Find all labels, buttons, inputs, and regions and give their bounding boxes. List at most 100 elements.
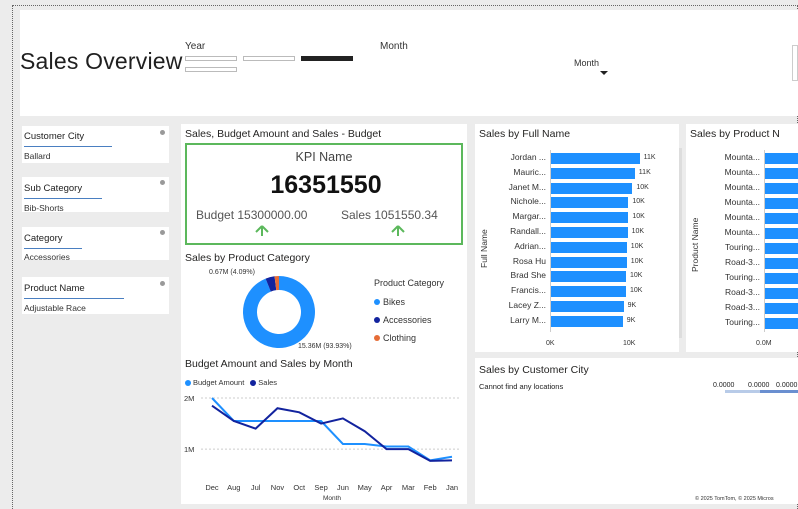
bar-label: Touring... — [725, 242, 760, 252]
clear-filter-icon[interactable] — [160, 180, 165, 185]
map-attribution: © 2025 TomTom, © 2025 Micros — [695, 496, 774, 502]
bar-value-label: 10K — [630, 257, 644, 265]
bar-label: Adrian... — [514, 240, 546, 251]
year-chip-4[interactable] — [185, 67, 237, 72]
bar[interactable] — [764, 153, 798, 164]
bar[interactable] — [550, 241, 627, 253]
x-tick: Nov — [271, 483, 285, 492]
bar[interactable] — [550, 167, 635, 179]
clear-filter-icon[interactable] — [160, 230, 165, 235]
full-name-bars: Jordan ... 11K Mauric... 11K Janet M... 10K Ni… — [490, 152, 675, 332]
legend-item-budget[interactable]: Budget Amount — [185, 378, 244, 387]
bar[interactable] — [764, 258, 798, 269]
bar[interactable] — [550, 227, 628, 238]
bar[interactable] — [764, 318, 798, 329]
bar[interactable] — [764, 213, 798, 224]
y-tick: 1M — [184, 445, 194, 454]
bar-label: Road-3... — [725, 257, 760, 267]
bar-label: Mounta... — [724, 152, 760, 162]
kpi-name: KPI Name — [295, 150, 353, 164]
bar-label: Mounta... — [724, 182, 760, 192]
series-line[interactable] — [211, 397, 453, 462]
bar-value-label: 10K — [632, 213, 645, 221]
axis-line — [764, 150, 765, 332]
bar[interactable] — [764, 303, 798, 314]
bar[interactable] — [550, 197, 629, 209]
map-scale-3: 0.0000 — [776, 382, 798, 389]
legend-item-sales[interactable]: Sales — [250, 378, 277, 387]
product-name-chart-title: Sales by Product N — [690, 128, 780, 140]
legend-item-clothing[interactable]: Clothing — [374, 329, 432, 347]
filter-title: Product Name — [24, 283, 85, 294]
bar[interactable] — [764, 168, 798, 179]
filter-title: Customer City — [24, 131, 85, 142]
bar[interactable] — [550, 182, 633, 194]
bar-label: Touring... — [725, 317, 760, 327]
year-chip-1[interactable] — [185, 56, 237, 61]
clear-filter-icon[interactable] — [160, 281, 165, 286]
filter-category[interactable]: Category Accessories — [22, 227, 169, 260]
bar-label: Randall... — [510, 226, 546, 236]
bar-value-label: 9K — [627, 302, 637, 309]
scrollbar[interactable] — [679, 148, 682, 338]
filter-product-name[interactable]: Product Name Adjustable Race — [22, 277, 169, 314]
legend-item-accessories[interactable]: Accessories — [374, 311, 432, 329]
clear-filter-icon[interactable] — [160, 130, 165, 135]
month-slicer-label: Month — [380, 41, 408, 52]
bar-value-label: 10K — [630, 242, 644, 250]
filter-sub-category[interactable]: Sub Category Bib-Shorts — [22, 177, 169, 212]
x-tick: 0K — [546, 340, 555, 347]
filter-underline — [24, 298, 124, 299]
kpi-sales: Sales 1051550.34 — [341, 208, 438, 222]
bar[interactable] — [764, 228, 798, 239]
legend-dot — [374, 335, 380, 341]
trend-up-icon — [391, 225, 405, 236]
x-tick: Apr — [381, 483, 393, 492]
bar[interactable] — [550, 301, 624, 312]
edge-panel — [792, 45, 798, 81]
filter-customer-city[interactable]: Customer City Ballard — [22, 126, 169, 163]
legend-dot — [185, 379, 191, 386]
filter-underline — [24, 198, 102, 199]
map-panel — [475, 358, 798, 504]
trend-up-icon — [255, 225, 269, 236]
bar-value-label: 10K — [636, 183, 649, 191]
kpi-card[interactable]: KPI Name 16351550 Budget 15300000.00 Sal… — [185, 143, 463, 245]
bar[interactable] — [550, 271, 626, 283]
bar-label: Mounta... — [724, 197, 760, 207]
bar[interactable] — [764, 288, 798, 299]
bar-label: Lacey Z... — [508, 300, 546, 310]
bar[interactable] — [550, 256, 627, 268]
map-scale-bar — [725, 390, 760, 393]
map-title: Sales by Customer City — [479, 364, 589, 376]
year-chip-2[interactable] — [243, 56, 295, 61]
x-tick: 10K — [623, 340, 636, 347]
bar[interactable] — [550, 212, 629, 224]
line-chart-title: Budget Amount and Sales by Month — [185, 358, 353, 370]
line-chart[interactable]: 2M 1M Dec Aug Jul Nov Oct Sep Jun May Apr Mar Feb Jan… — [181, 390, 467, 504]
bar[interactable] — [550, 315, 623, 327]
bar-value-label: 11K — [643, 154, 656, 161]
month-dropdown[interactable]: Month — [574, 58, 599, 68]
legend-item-bikes[interactable]: Bikes — [374, 293, 432, 311]
x-tick: Jun — [337, 483, 349, 492]
chevron-down-icon[interactable] — [600, 71, 608, 75]
year-chip-3[interactable] — [301, 56, 353, 61]
bar-label: Janet M... — [508, 181, 546, 192]
bar-label: Rosa Hu — [512, 255, 546, 266]
bar[interactable] — [764, 273, 798, 284]
filter-value: Ballard — [24, 151, 51, 161]
filter-value: Adjustable Race — [24, 303, 86, 313]
x-tick: May — [358, 483, 372, 492]
bar-label: Mounta... — [724, 167, 760, 177]
bar[interactable] — [764, 183, 798, 194]
kpi-card-title: Sales, Budget Amount and Sales - Budget — [185, 128, 382, 140]
filter-underline — [24, 248, 82, 249]
bar[interactable] — [550, 153, 640, 164]
x-tick: 0.0M — [756, 340, 772, 347]
filter-title: Sub Category — [24, 183, 83, 194]
bar[interactable] — [764, 198, 798, 209]
donut-legend-title: Product Category — [374, 278, 445, 288]
bar[interactable] — [550, 286, 626, 298]
bar[interactable] — [764, 243, 798, 254]
